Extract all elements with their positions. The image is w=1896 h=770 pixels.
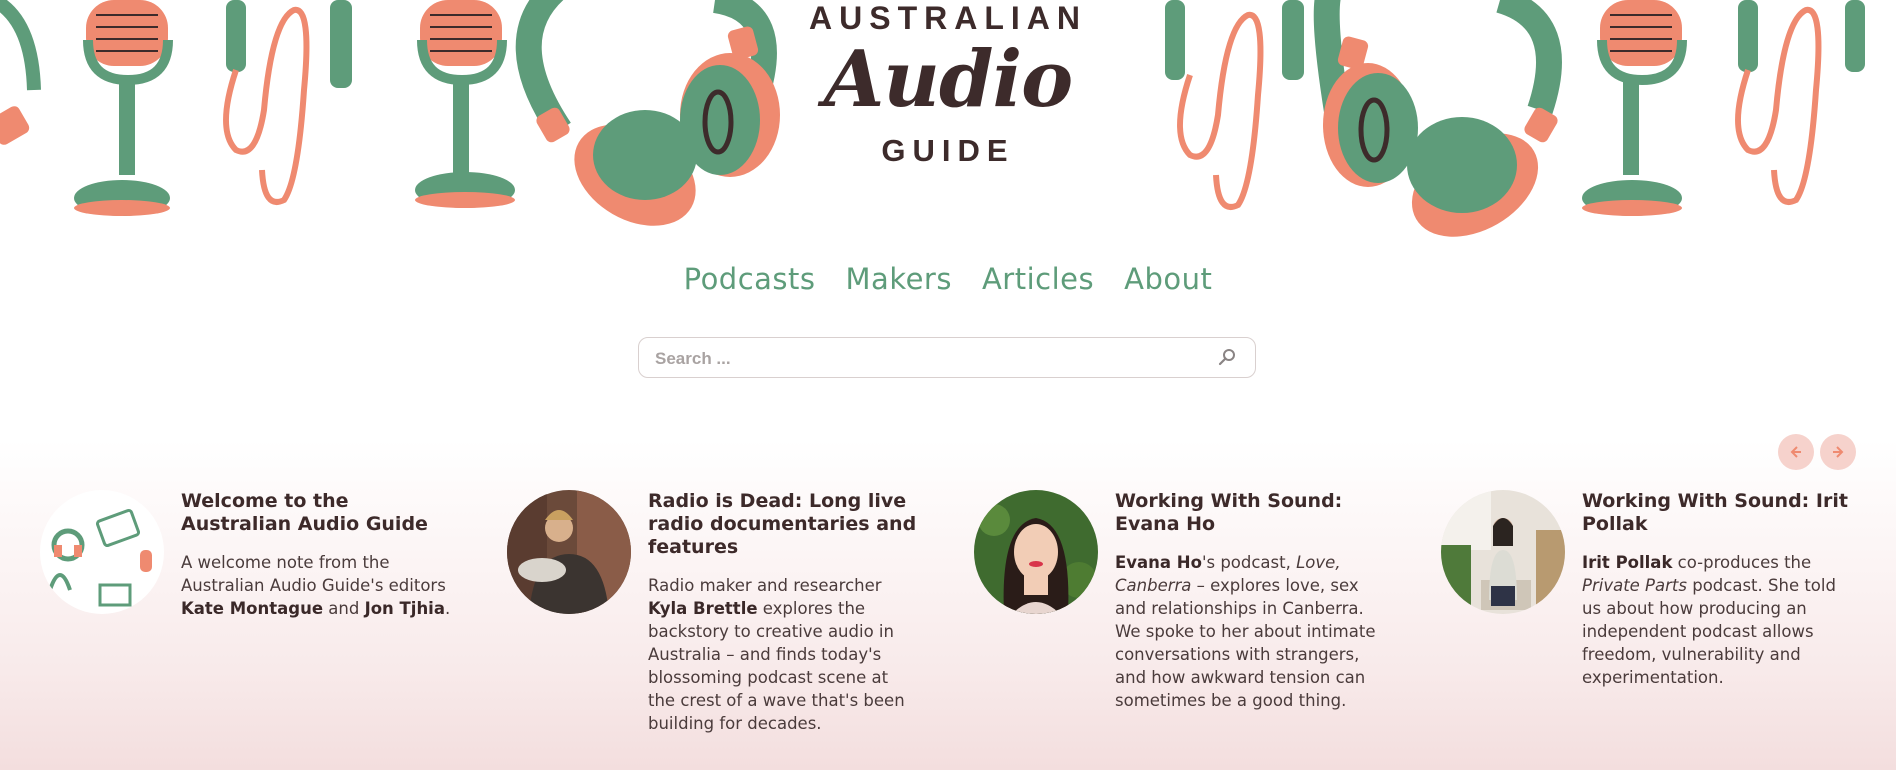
excerpt-text: – explores love, sex and relationships i… [1115,576,1376,710]
card-thumbnail[interactable] [1441,490,1565,614]
arrow-left-icon [1790,446,1801,458]
portrait-photo-icon [974,490,1098,614]
logo-line-guide: GUIDE [881,133,1015,168]
carousel-next-button[interactable] [1820,434,1856,470]
editor-name: Jon Tjhia [364,599,445,618]
search-input[interactable] [653,346,1197,372]
portrait-photo-icon [507,490,631,614]
card-excerpt: Evana Ho's podcast, Love, Canberra – exp… [1115,551,1385,712]
logo-line-audio: Audio [823,34,1073,125]
excerpt-text: . [444,599,451,618]
card-body: Working With Sound: Evana Ho Evana Ho's … [1115,490,1385,712]
nav-about-link[interactable]: About [1124,262,1212,296]
card-thumbnail[interactable] [40,490,164,614]
card-body: Working With Sound: Irit Pollak Irit Pol… [1582,490,1852,689]
excerpt-text: co-produces the [1672,553,1812,572]
maker-name: Kyla Brettle [648,599,758,618]
card-body: Welcome to the Australian Audio Guide A … [181,490,451,620]
card-title[interactable]: Welcome to the Australian Audio Guide [181,490,451,536]
card-title[interactable]: Working With Sound: Evana Ho [1115,490,1385,536]
nav-articles-link[interactable]: Articles [982,262,1094,296]
card-body: Radio is Dead: Long live radio documenta… [648,490,918,735]
maker-name: Irit Pollak [1582,553,1673,572]
excerpt-text: and [323,599,365,618]
main-nav: Podcasts Makers Articles About [0,262,1896,296]
card-thumbnail[interactable] [507,490,631,614]
arrow-right-icon [1833,446,1844,458]
site-logo[interactable]: AUSTRALIAN Audio GUIDE [0,0,1896,175]
carousel-prev-button[interactable] [1778,434,1814,470]
editor-name: Kate Montague [181,599,324,618]
excerpt-text: A welcome note from the Australian Audio… [181,553,446,595]
nav-podcasts-link[interactable]: Podcasts [684,262,816,296]
excerpt-text: Radio maker and researcher [648,576,882,595]
card-excerpt: Irit Pollak co-produces the Private Part… [1582,551,1852,689]
podcast-title: Private Parts [1582,576,1687,595]
card-excerpt: Radio maker and researcher Kyla Brettle … [648,574,918,735]
illustration-thumbnail-icon [40,490,164,614]
card-title[interactable]: Working With Sound: Irit Pollak [1582,490,1852,536]
nav-makers-link[interactable]: Makers [846,262,952,296]
search-icon[interactable] [1217,347,1237,367]
maker-name: Evana Ho [1115,553,1202,572]
logo-line-australian: AUSTRALIAN [809,0,1087,36]
card-title[interactable]: Radio is Dead: Long live radio documenta… [648,490,918,559]
carousel-controls [1778,434,1856,470]
card-excerpt: A welcome note from the Australian Audio… [181,551,451,620]
excerpt-text: 's podcast, [1201,553,1297,572]
search-box [638,337,1256,378]
card-thumbnail[interactable] [974,490,1098,614]
portrait-photo-icon [1441,490,1565,614]
excerpt-text: explores the backstory to creative audio… [648,599,905,733]
